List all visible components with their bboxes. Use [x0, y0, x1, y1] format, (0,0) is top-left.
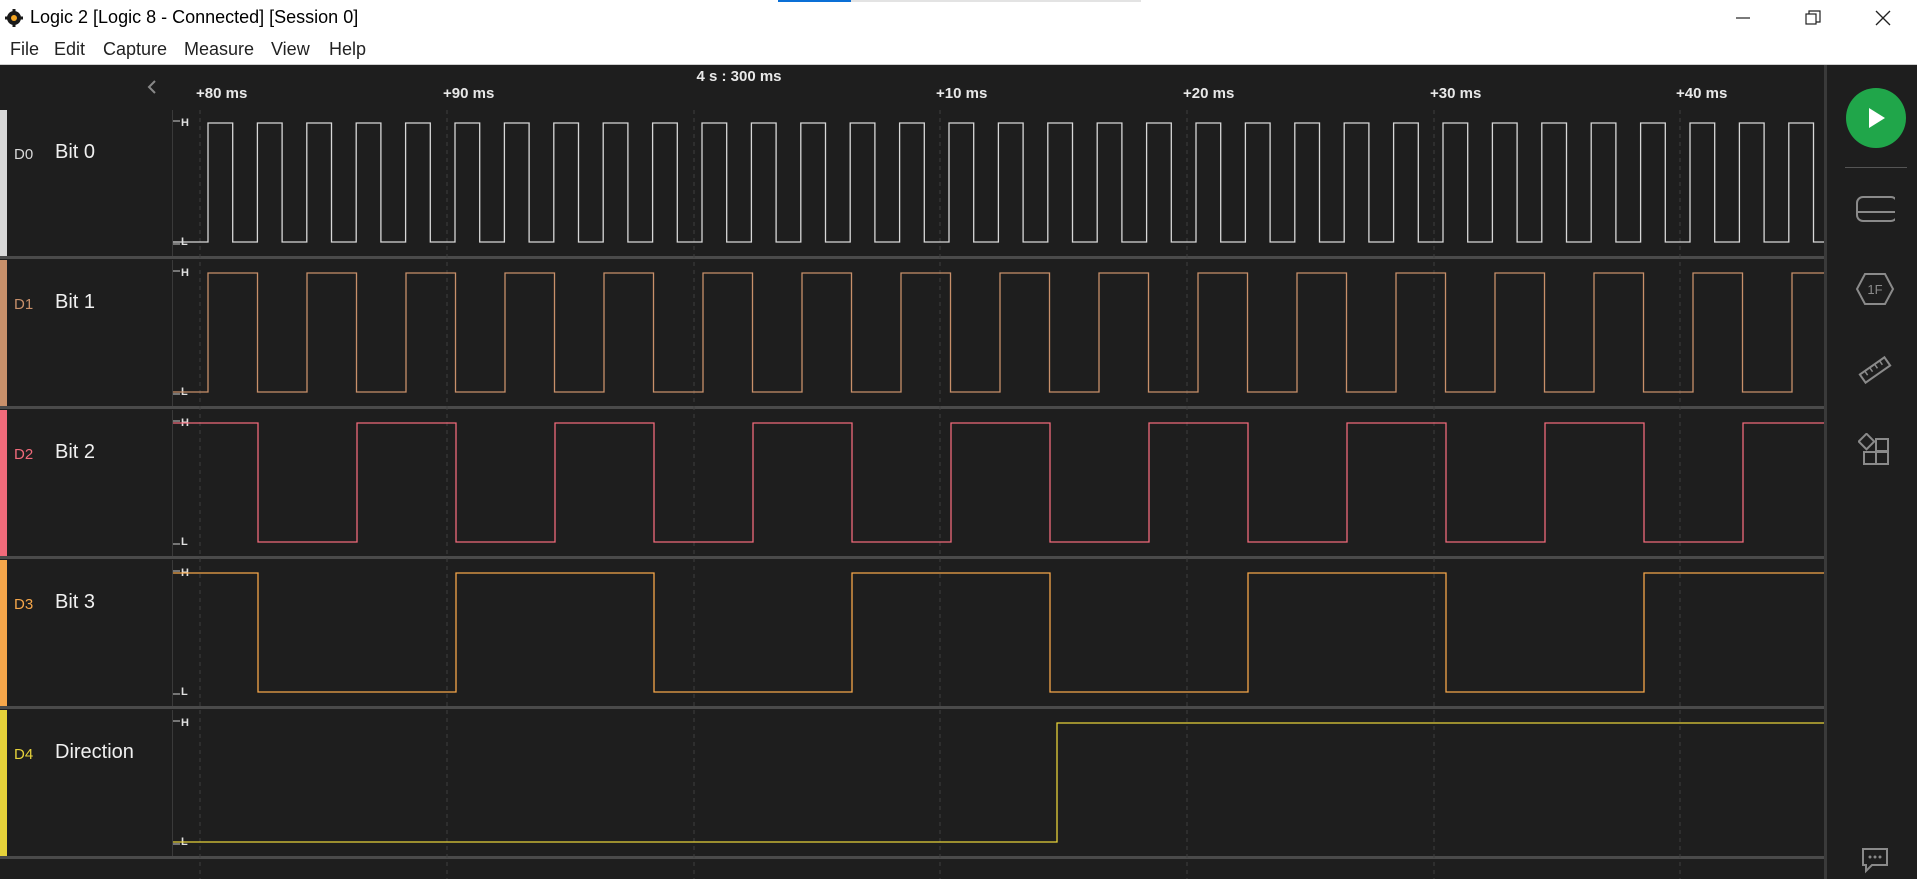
- device-settings-button[interactable]: [1855, 189, 1895, 229]
- menu-help[interactable]: Help: [329, 39, 366, 60]
- analyzer-badge: 1F: [1867, 282, 1882, 297]
- menu-measure[interactable]: Measure: [184, 39, 254, 60]
- restore-icon: [1805, 9, 1821, 25]
- waveform-d0: [173, 122, 1824, 243]
- analyzer-icon: 1F: [1855, 273, 1895, 305]
- ruler-tick-label: +20 ms: [1183, 85, 1235, 102]
- title-bar: Logic 2 [Logic 8 - Connected] [Session 0…: [0, 0, 1917, 35]
- start-capture-button[interactable]: [1846, 88, 1906, 148]
- close-icon: [1875, 10, 1891, 25]
- channel-list: D0 Bit 0 H L D1 Bit 1 H L D2 Bit 2 H L D…: [0, 110, 1824, 879]
- waveform-d3: [173, 572, 1824, 693]
- collapse-panel-button[interactable]: [140, 75, 164, 99]
- ruler-tick-label: +80 ms: [196, 85, 248, 102]
- ruler-tick-label: +90 ms: [443, 85, 495, 102]
- waveform-canvas[interactable]: [0, 110, 1824, 879]
- feedback-button[interactable]: [1855, 843, 1895, 877]
- chevron-left-icon: [147, 80, 156, 94]
- device-icon: [1856, 196, 1895, 222]
- menu-bar: File Edit Capture Measure View Help: [0, 35, 1917, 65]
- chat-icon: [1862, 848, 1888, 874]
- time-ruler[interactable]: 4 s : 300 ms +80 ms +90 ms +10 ms +20 ms…: [0, 65, 1824, 110]
- main-workspace: 4 s : 300 ms +80 ms +90 ms +10 ms +20 ms…: [0, 65, 1917, 879]
- title-accent-bar: [778, 0, 851, 2]
- menu-capture[interactable]: Capture: [103, 39, 167, 60]
- measurements-button[interactable]: [1855, 350, 1895, 390]
- right-sidebar: 1F: [1824, 65, 1917, 879]
- ruler-tick-label: +30 ms: [1430, 85, 1482, 102]
- window-title: Logic 2 [Logic 8 - Connected] [Session 0…: [30, 7, 359, 27]
- close-button[interactable]: [1848, 0, 1917, 35]
- minimize-icon: [1736, 16, 1750, 19]
- app-gear-icon: [4, 8, 24, 28]
- extensions-button[interactable]: [1855, 430, 1895, 470]
- title-accent-track: [851, 0, 1141, 2]
- menu-view[interactable]: View: [271, 39, 310, 60]
- extensions-icon: [1858, 433, 1889, 465]
- minimize-button[interactable]: [1708, 0, 1778, 35]
- sidebar-separator: [1845, 167, 1907, 168]
- waveform-d2: [173, 422, 1824, 543]
- ruler-tick-label: +40 ms: [1676, 85, 1728, 102]
- waveform-d1: [173, 272, 1824, 393]
- restore-button[interactable]: [1778, 0, 1848, 35]
- menu-edit[interactable]: Edit: [54, 39, 85, 60]
- analyzers-button[interactable]: 1F: [1855, 269, 1895, 309]
- ruler-center-time: 4 s : 300 ms: [696, 68, 782, 85]
- ruler-tick-label: +10 ms: [936, 85, 988, 102]
- play-icon: [1869, 108, 1885, 128]
- menu-file[interactable]: File: [10, 39, 39, 60]
- measure-ruler-icon: [1858, 355, 1892, 385]
- waveform-d4: [173, 722, 1824, 843]
